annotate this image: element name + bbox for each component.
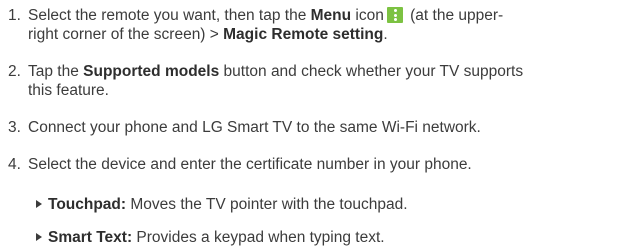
menu-dots-icon	[386, 7, 403, 23]
step-text: .	[383, 26, 388, 43]
bullet-triangle-icon	[36, 200, 42, 208]
bullet-text: Moves the TV pointer with the touchpad.	[126, 196, 408, 213]
step-1: 1. Select the remote you want, then tap t…	[8, 6, 623, 44]
step-text: Connect your phone and LG Smart TV to th…	[28, 119, 481, 136]
bullet-term: Touchpad:	[48, 196, 127, 213]
bullet-touchpad: Touchpad: Moves the TV pointer with the …	[36, 195, 408, 214]
instructions-document: 1. Select the remote you want, then tap t…	[0, 0, 629, 249]
step-3: 3. Connect your phone and LG Smart TV to …	[8, 118, 623, 137]
magic-remote-setting-term: Magic Remote setting	[223, 26, 384, 43]
step-2: 2. Tap the Supported models button and ch…	[8, 62, 623, 100]
bullet-triangle-icon	[36, 233, 42, 241]
step-text: button and check whether your TV support…	[219, 63, 524, 80]
bullet-term: Smart Text:	[48, 229, 133, 246]
step-text: (at the upper-	[405, 7, 504, 24]
step-number: 4.	[8, 156, 21, 173]
step-number: 2.	[8, 63, 21, 80]
step-text: Tap the	[28, 63, 84, 80]
step-number: 3.	[8, 119, 21, 136]
bullet-text: Provides a keypad when typing text.	[132, 229, 385, 246]
step-number: 1.	[8, 7, 21, 24]
bullet-smart-text: Smart Text: Provides a keypad when typin…	[36, 228, 385, 247]
step-text: Select the remote you want, then tap the	[28, 7, 311, 24]
step-text: this feature.	[28, 82, 109, 99]
step-4: 4. Select the device and enter the certif…	[8, 155, 623, 174]
menu-term: Menu	[310, 7, 352, 24]
step-text: icon	[351, 7, 384, 24]
step-text: right corner of the screen) >	[28, 26, 224, 43]
step-text: Select the device and enter the certific…	[28, 156, 472, 173]
supported-models-term: Supported models	[83, 63, 220, 80]
